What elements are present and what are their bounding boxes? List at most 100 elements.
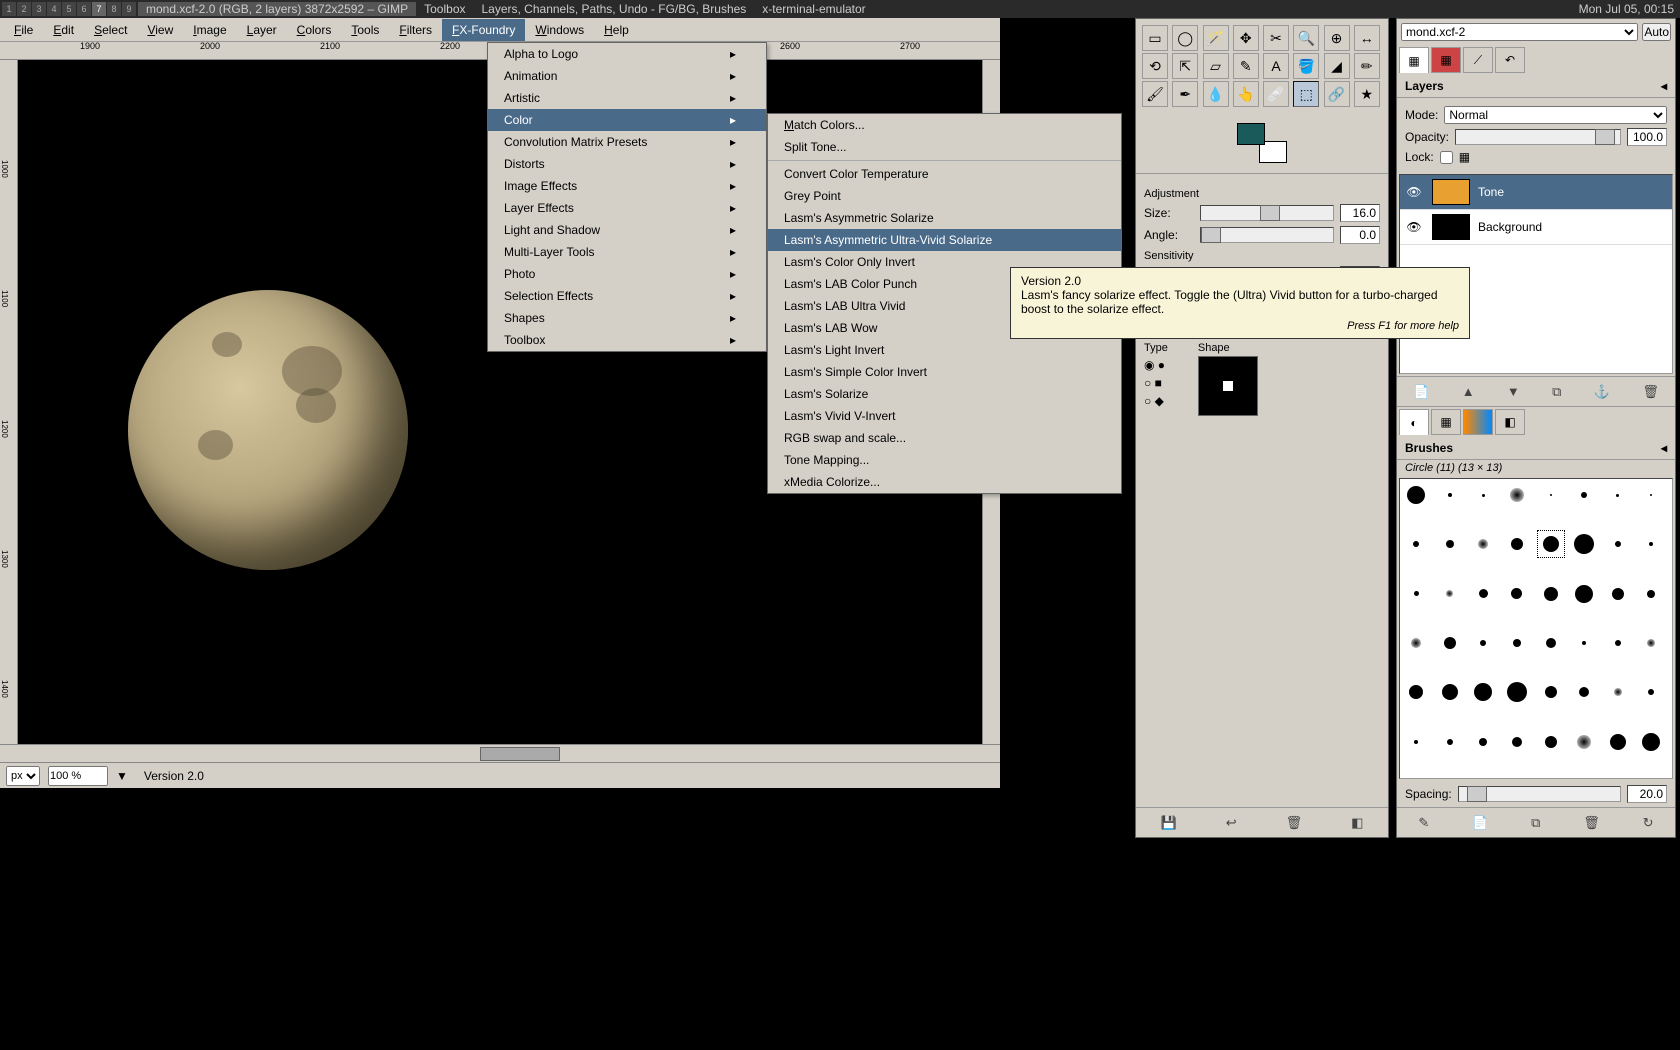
- color-item[interactable]: xMedia Colorize...: [768, 471, 1121, 493]
- menu-colors[interactable]: Colors: [287, 19, 342, 41]
- spacing-value[interactable]: 20.0: [1627, 785, 1667, 803]
- layer-row[interactable]: 👁Tone: [1400, 175, 1672, 210]
- color-item[interactable]: Tone Mapping...: [768, 449, 1121, 471]
- type-radio-1[interactable]: ◉ ●: [1144, 358, 1168, 372]
- fx-item[interactable]: Toolbox▸: [488, 329, 766, 351]
- brush-cell[interactable]: [1469, 728, 1497, 756]
- color-item[interactable]: Lasm's Solarize: [768, 383, 1121, 405]
- unit-select[interactable]: px: [6, 766, 40, 786]
- tool-button[interactable]: ★: [1354, 81, 1380, 107]
- anchor-layer-icon[interactable]: ⚓: [1594, 384, 1610, 400]
- brush-cell[interactable]: [1402, 728, 1430, 756]
- fg-bg-colors[interactable]: [1136, 113, 1388, 173]
- zoom-input[interactable]: [48, 766, 108, 786]
- revert-icon[interactable]: ↩: [1226, 815, 1237, 831]
- menu-filters[interactable]: Filters: [389, 19, 442, 41]
- tool-button[interactable]: ◢: [1324, 53, 1350, 79]
- tool-button[interactable]: ✒: [1172, 81, 1198, 107]
- taskbar-item[interactable]: Layers, Channels, Paths, Undo - FG/BG, B…: [474, 2, 755, 16]
- color-item[interactable]: Match Colors...: [768, 114, 1121, 136]
- brush-cell[interactable]: [1469, 629, 1497, 657]
- workspace-7[interactable]: 7: [92, 2, 106, 16]
- brush-cell[interactable]: [1604, 481, 1632, 509]
- brush-cell[interactable]: [1637, 728, 1665, 756]
- brushes-menu-icon[interactable]: ◂: [1661, 441, 1667, 455]
- menu-fx-foundry[interactable]: FX-Foundry: [442, 19, 525, 41]
- tab-patterns[interactable]: ▦: [1431, 409, 1461, 435]
- menu-image[interactable]: Image: [183, 19, 236, 41]
- brush-cell[interactable]: [1436, 580, 1464, 608]
- tool-button[interactable]: ✏: [1354, 53, 1380, 79]
- tab-brushes[interactable]: ◐: [1399, 409, 1429, 435]
- tool-button[interactable]: ⬚: [1293, 81, 1319, 107]
- duplicate-layer-icon[interactable]: ⧉: [1552, 384, 1561, 400]
- fx-item[interactable]: Photo▸: [488, 263, 766, 285]
- brush-cell[interactable]: [1537, 481, 1565, 509]
- brush-cell[interactable]: [1537, 728, 1565, 756]
- fx-item[interactable]: Multi-Layer Tools▸: [488, 241, 766, 263]
- visibility-icon[interactable]: 👁: [1404, 220, 1424, 234]
- tool-button[interactable]: ⟲: [1142, 53, 1168, 79]
- tool-button[interactable]: 🔗: [1324, 81, 1350, 107]
- brush-cell[interactable]: [1436, 530, 1464, 558]
- brush-cell[interactable]: [1436, 728, 1464, 756]
- brush-cell[interactable]: [1503, 728, 1531, 756]
- taskbar-item[interactable]: mond.xcf-2.0 (RGB, 2 layers) 3872x2592 –…: [138, 2, 416, 16]
- color-item[interactable]: Convert Color Temperature: [768, 160, 1121, 185]
- opacity-slider[interactable]: [1455, 129, 1621, 145]
- type-radio-3[interactable]: ○ ◆: [1144, 394, 1168, 408]
- workspace-6[interactable]: 6: [77, 2, 91, 16]
- brush-cell[interactable]: [1537, 580, 1565, 608]
- color-item[interactable]: Grey Point: [768, 185, 1121, 207]
- save-icon[interactable]: 💾: [1161, 815, 1177, 831]
- brush-cell[interactable]: [1637, 530, 1665, 558]
- tool-button[interactable]: 🪣: [1293, 53, 1319, 79]
- brush-cell[interactable]: [1503, 481, 1531, 509]
- tool-grid[interactable]: ▭◯🪄✥✂🔍⊕↔⟲⇱▱✎A🪣◢✏🖌✒💧👆🩹⬚🔗★: [1136, 19, 1388, 113]
- brush-cell[interactable]: [1469, 481, 1497, 509]
- layer-row[interactable]: 👁Background: [1400, 210, 1672, 245]
- brush-cell[interactable]: [1402, 629, 1430, 657]
- workspace-1[interactable]: 1: [2, 2, 16, 16]
- brush-cell[interactable]: [1637, 629, 1665, 657]
- new-layer-icon[interactable]: 📄: [1413, 384, 1429, 400]
- brush-cell[interactable]: [1570, 481, 1598, 509]
- menu-help[interactable]: Help: [594, 19, 639, 41]
- color-item[interactable]: Lasm's Light Invert: [768, 339, 1121, 361]
- lower-layer-icon[interactable]: ▼: [1507, 384, 1520, 399]
- tool-button[interactable]: ✎: [1233, 53, 1259, 79]
- color-item[interactable]: Lasm's Asymmetric Ultra-Vivid Solarize: [768, 229, 1121, 251]
- mode-select[interactable]: Normal: [1444, 106, 1667, 124]
- tab-layers[interactable]: ▦: [1399, 47, 1429, 73]
- menu-select[interactable]: Select: [84, 19, 137, 41]
- fg-color-swatch[interactable]: [1237, 123, 1265, 145]
- color-item[interactable]: Lasm's Vivid V-Invert: [768, 405, 1121, 427]
- brush-cell[interactable]: [1469, 678, 1497, 706]
- brush-cell[interactable]: [1604, 580, 1632, 608]
- tab-fgbg[interactable]: ◧: [1495, 409, 1525, 435]
- fx-item[interactable]: Alpha to Logo▸: [488, 43, 766, 65]
- tool-button[interactable]: ⊕: [1324, 25, 1350, 51]
- image-selector[interactable]: mond.xcf-2: [1401, 23, 1638, 41]
- tab-undo[interactable]: ↶: [1495, 47, 1525, 73]
- brush-grid[interactable]: [1399, 478, 1673, 779]
- tool-button[interactable]: 🖌: [1142, 81, 1168, 107]
- taskbar-item[interactable]: Toolbox: [416, 2, 473, 16]
- workspace-5[interactable]: 5: [62, 2, 76, 16]
- edit-brush-icon[interactable]: ✎: [1418, 815, 1429, 831]
- workspace-2[interactable]: 2: [17, 2, 31, 16]
- visibility-icon[interactable]: 👁: [1404, 185, 1424, 199]
- brush-cell[interactable]: [1604, 530, 1632, 558]
- tool-button[interactable]: ⇱: [1172, 53, 1198, 79]
- brush-cell[interactable]: [1537, 678, 1565, 706]
- brush-cell[interactable]: [1604, 728, 1632, 756]
- brush-cell[interactable]: [1503, 580, 1531, 608]
- fx-item[interactable]: Color▸: [488, 109, 766, 131]
- brush-cell[interactable]: [1503, 629, 1531, 657]
- fx-item[interactable]: Selection Effects▸: [488, 285, 766, 307]
- brush-cell[interactable]: [1402, 580, 1430, 608]
- type-radio-2[interactable]: ○ ■: [1144, 376, 1168, 390]
- color-item[interactable]: Lasm's Asymmetric Solarize: [768, 207, 1121, 229]
- brush-cell[interactable]: [1503, 678, 1531, 706]
- brush-cell[interactable]: [1604, 678, 1632, 706]
